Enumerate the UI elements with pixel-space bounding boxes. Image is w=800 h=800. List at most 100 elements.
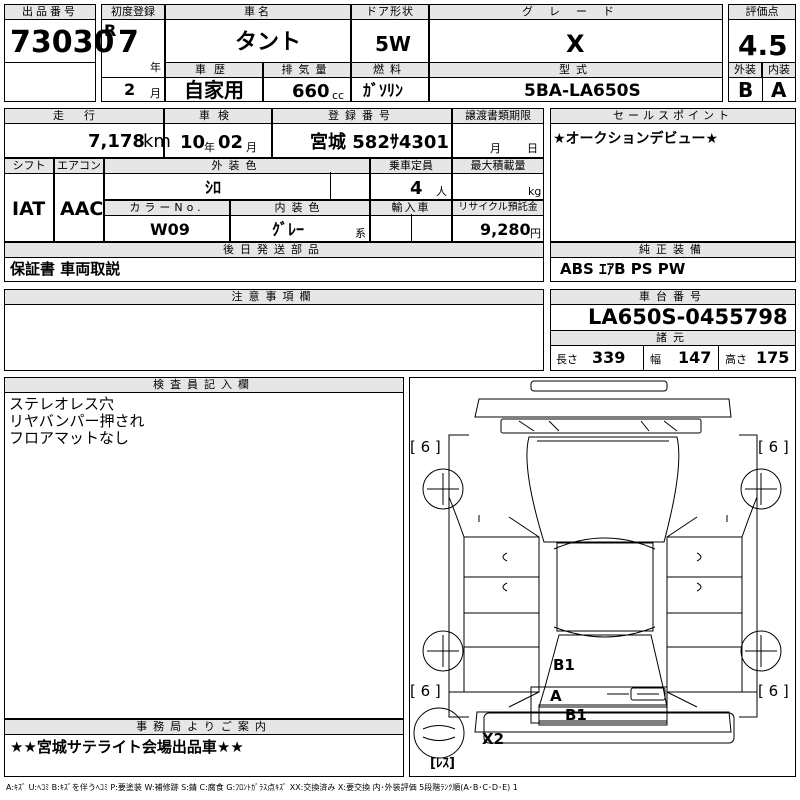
fuel-label: 燃料 [351, 62, 429, 78]
max-load-label: 最大積載量 [452, 158, 544, 174]
aircon: AAC [60, 198, 104, 220]
damage-mark-x2: X2 [482, 730, 505, 748]
damage-mark-b1-upper: B1 [553, 656, 575, 674]
history-label: 車歴 [165, 62, 263, 78]
kg-unit: kg [528, 185, 542, 198]
spare-tire-less-mark: [ﾚｽ] [430, 756, 455, 771]
sales-point-box [550, 108, 796, 242]
tire-bl-mark: [ 6 ] [410, 682, 441, 700]
grade: X [566, 30, 585, 58]
displacement: 660 [292, 81, 330, 102]
width: 147 [678, 348, 712, 367]
inspector-label: 検査員記入欄 [4, 377, 404, 393]
mileage-label: 走行 [4, 108, 164, 124]
legend: A:ｷｽﾞ U:ﾍｺﾐ B:ｷｽﾞを伴うﾍｺﾐ P:要塗装 W:補修跡 S:錆 … [6, 783, 518, 792]
capacity-label: 乗車定員 [370, 158, 452, 174]
displacement-label: 排気量 [263, 62, 351, 78]
transfer-month-unit: 月 [490, 142, 501, 155]
lot-number: 73030 [10, 25, 115, 60]
inspector-note-3: フロアマットなし [9, 429, 130, 447]
insp-year: 10 [180, 132, 206, 153]
specs-label: 諸元 [550, 330, 796, 346]
first-reg-label: 初度登録 [101, 4, 165, 20]
mileage: 7,178 [88, 131, 145, 152]
office-label: 事務局よりご案内 [4, 719, 404, 735]
shift-label: シフト [4, 158, 54, 174]
cc-unit: cc [332, 89, 345, 102]
divider [762, 62, 763, 102]
length-label: 長さ [556, 353, 578, 366]
damage-mark-a: A [550, 687, 562, 705]
score: 4.5 [738, 29, 788, 62]
recycle: 9,280 [480, 220, 531, 239]
later-parts: 保証書 車両取説 [10, 260, 121, 278]
damage-mark-b1-lower: B1 [565, 706, 587, 724]
exterior-label: 外装 [728, 62, 762, 78]
notes-label: 注意事項欄 [4, 289, 544, 305]
people-unit: 人 [436, 185, 447, 198]
exterior-grade: B [738, 78, 754, 102]
ext-color: ｼﾛ [205, 178, 222, 197]
tire-br-mark: [ 6 ] [758, 682, 789, 700]
height: 175 [756, 348, 790, 367]
width-label: 幅 [650, 353, 661, 366]
chassis-number: LA650S-0455798 [588, 305, 788, 329]
color-no: W09 [150, 220, 190, 239]
int-color-label: 内装色 [230, 200, 370, 216]
divider [643, 345, 644, 371]
genuine: ABS ｴｱB PS PW [560, 260, 686, 278]
divider [411, 214, 412, 242]
door-type: 5W [375, 32, 411, 56]
aircon-label: エアコン [54, 158, 104, 174]
inspection-label: 車検 [164, 108, 272, 124]
later-parts-label: 後日発送部品 [4, 242, 544, 258]
insp-month-unit: 月 [246, 141, 257, 154]
tire-tr-mark: [ 6 ] [758, 438, 789, 456]
int-color: ｸﾞﾚｰ [272, 220, 305, 239]
genuine-label: 純正装備 [550, 242, 796, 258]
door-label: ドア形状 [351, 4, 429, 20]
divider [330, 172, 331, 200]
transfer-label: 譲渡書類期限 [452, 108, 544, 124]
kei-unit: 系 [355, 227, 366, 240]
lot-label: 出品番号 [4, 4, 96, 20]
inspector-note-1: ステレオレス穴 [9, 395, 115, 413]
grade-label: グレード [429, 4, 723, 20]
inspector-note-2: リヤバンパー押され [9, 412, 145, 430]
history: 自家用 [184, 78, 244, 102]
sales-point: ★オークションデビュー★ [553, 131, 719, 147]
tire-tl-mark: [ 6 ] [410, 438, 441, 456]
office-notice: ★★宮城サテライト会場出品車★★ [10, 738, 244, 756]
sales-point-label: セールスポイント [550, 108, 796, 124]
fuel: ｶﾞｿﾘﾝ [363, 81, 404, 100]
score-label: 評価点 [728, 4, 796, 20]
plate-number: 宮城 582ｻ4301 [310, 132, 449, 153]
reg-month: 2 [124, 80, 136, 99]
model-label: 型式 [429, 62, 723, 78]
insp-year-unit: 年 [204, 141, 215, 154]
height-label: 高さ [725, 353, 747, 366]
recycle-label: リサイクル預託金 [452, 200, 544, 216]
transfer-day-unit: 日 [527, 142, 538, 155]
reg-year: 7 [118, 25, 139, 60]
era: R [104, 21, 117, 40]
car-name: タント [235, 30, 302, 55]
shift: IAT [12, 198, 46, 220]
plate-label: 登録番号 [272, 108, 452, 124]
capacity: 4 [410, 178, 423, 199]
interior-label: 内装 [762, 62, 796, 78]
model: 5BA-LA650S [524, 81, 641, 101]
year-unit: 年 [150, 61, 161, 74]
yen-unit: 円 [530, 227, 541, 240]
divider [101, 77, 165, 78]
divider [4, 62, 96, 63]
chassis-label: 車台番号 [550, 289, 796, 305]
length: 339 [592, 348, 626, 367]
month-unit: 月 [150, 87, 161, 100]
car-name-label: 車名 [165, 4, 351, 20]
color-no-label: カラーNo. [104, 200, 230, 216]
interior-grade: A [771, 78, 787, 102]
divider [718, 345, 719, 371]
insp-month: 02 [218, 132, 244, 153]
car-diagram [413, 380, 782, 759]
